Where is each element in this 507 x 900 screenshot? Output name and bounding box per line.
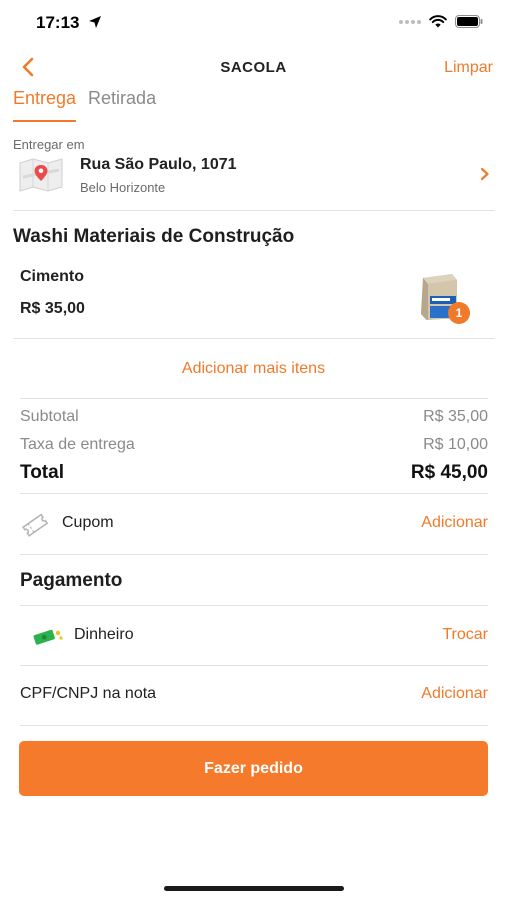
- delivery-fee-value: R$ 10,00: [423, 436, 488, 453]
- item-price: R$ 35,00: [20, 300, 85, 317]
- coupon-row[interactable]: Cupom Adicionar: [20, 504, 488, 544]
- tax-id-row[interactable]: CPF/CNPJ na nota Adicionar: [20, 675, 488, 715]
- address-street: Rua São Paulo, 1071: [80, 156, 237, 173]
- payment-section-title: Pagamento: [20, 570, 123, 591]
- status-time: 17:13: [36, 13, 80, 32]
- wifi-icon: [429, 15, 447, 28]
- coupon-ticket-icon: [22, 513, 49, 537]
- address-city: Belo Horizonte: [80, 180, 166, 195]
- location-arrow-icon: [89, 16, 101, 28]
- divider: [20, 665, 488, 666]
- subtotal-value: R$ 35,00: [423, 408, 488, 425]
- tab-delivery[interactable]: Entrega: [13, 88, 77, 122]
- delivery-mode-tabs: Entrega Retirada: [13, 88, 156, 122]
- payment-method-row[interactable]: Dinheiro Trocar: [20, 616, 488, 656]
- page-title: SACOLA: [220, 59, 287, 76]
- tax-id-label: CPF/CNPJ na nota: [20, 685, 157, 702]
- cash-icon: [33, 629, 63, 645]
- header: SACOLA Limpar: [0, 50, 507, 86]
- status-indicators: [399, 15, 483, 28]
- deliver-to-label: Entregar em: [13, 137, 85, 152]
- quantity-badge: 1: [448, 302, 470, 324]
- home-indicator[interactable]: [164, 886, 344, 891]
- cart-item[interactable]: Cimento R$ 35,00 1: [13, 262, 495, 334]
- divider: [20, 725, 488, 726]
- divider: [20, 493, 488, 494]
- divider: [13, 210, 495, 211]
- coupon-label: Cupom: [62, 514, 114, 531]
- subtotal-label: Subtotal: [20, 408, 79, 425]
- signal-icon: [399, 19, 421, 24]
- map-pin-icon: [19, 158, 63, 192]
- divider: [20, 398, 488, 399]
- total-label: Total: [20, 462, 64, 483]
- place-order-button[interactable]: Fazer pedido: [19, 741, 488, 796]
- divider: [20, 605, 488, 606]
- delivery-address-row[interactable]: Rua São Paulo, 1071 Belo Horizonte: [13, 152, 495, 202]
- total-row: Total R$ 45,00: [20, 462, 488, 484]
- divider: [13, 338, 495, 339]
- payment-method-label: Dinheiro: [74, 626, 134, 643]
- chevron-right-icon: [480, 167, 489, 181]
- subtotal-row: Subtotal R$ 35,00: [20, 408, 488, 426]
- status-bar: 17:13: [0, 0, 507, 46]
- battery-icon: [455, 15, 483, 28]
- delivery-fee-label: Taxa de entrega: [20, 436, 135, 453]
- add-tax-id-link[interactable]: Adicionar: [421, 685, 488, 703]
- divider: [20, 554, 488, 555]
- delivery-fee-row: Taxa de entrega R$ 10,00: [20, 436, 488, 454]
- add-more-items-link[interactable]: Adicionar mais itens: [0, 360, 507, 378]
- tab-pickup[interactable]: Retirada: [88, 88, 156, 122]
- total-value: R$ 45,00: [410, 462, 488, 483]
- item-name: Cimento: [20, 268, 84, 285]
- add-coupon-link[interactable]: Adicionar: [421, 514, 488, 532]
- clear-button[interactable]: Limpar: [444, 59, 493, 77]
- store-name: Washi Materiais de Construção: [13, 226, 295, 247]
- change-payment-link[interactable]: Trocar: [442, 626, 488, 644]
